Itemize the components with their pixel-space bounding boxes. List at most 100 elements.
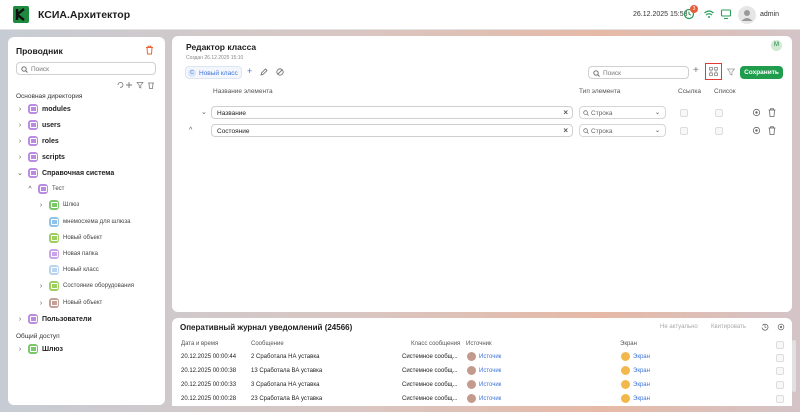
tree-item-modules[interactable]: › modules [16, 103, 71, 115]
settings-icon[interactable] [777, 323, 785, 331]
journal-row-class: Системное сообщ... [402, 368, 458, 374]
col-message: Сообщение [251, 341, 284, 347]
chevron-up-icon[interactable]: ^ [26, 186, 34, 193]
reference-checkbox[interactable] [680, 109, 688, 117]
element-name-input[interactable]: Название × [211, 106, 573, 119]
search-icon [593, 70, 600, 77]
journal-row-screen-link[interactable]: Экран [633, 368, 650, 374]
add-element-icon[interactable]: + [693, 65, 699, 76]
list-checkbox[interactable] [715, 109, 723, 117]
search-icon [21, 66, 28, 73]
reference-checkbox[interactable] [680, 127, 688, 135]
user-name[interactable]: admin [760, 11, 779, 18]
journal-row-screen-link[interactable]: Экран [633, 382, 650, 388]
chevron-right-icon[interactable]: › [16, 346, 24, 353]
chevron-right-icon[interactable]: › [37, 300, 45, 307]
main-directory-label: Основная директория [16, 93, 83, 100]
element-type-select[interactable]: Строка ⌄ [579, 106, 666, 119]
select-all-checkbox[interactable] [776, 341, 784, 349]
gateway-icon [28, 344, 38, 354]
clear-icon[interactable]: × [563, 126, 568, 135]
tree-item-scripts[interactable]: › scripts [16, 151, 65, 163]
chevron-down-icon[interactable]: ⌄ [16, 169, 24, 177]
add-tab-icon[interactable]: + [247, 66, 252, 76]
row-chevron-up-icon[interactable]: ^ [189, 127, 192, 134]
col-screen: Экран [620, 341, 637, 347]
tree-item-roles[interactable]: › roles [16, 135, 59, 147]
explorer-toolbar-icons[interactable] [116, 81, 156, 89]
tree-item-reference-system[interactable]: ⌄ Справочная система [16, 167, 114, 179]
row-chevron-down-icon[interactable]: ⌄ [201, 108, 207, 116]
filter-icon[interactable] [727, 68, 735, 76]
chevron-right-icon[interactable]: › [37, 202, 45, 209]
tree-item-test[interactable]: ^ Тест [26, 183, 64, 195]
tree-item-mnemoscheme[interactable]: мнемосхема для шлюза [37, 216, 130, 228]
journal-scrollbar[interactable] [792, 340, 796, 392]
journal-row-screen-link[interactable]: Экран [633, 396, 650, 402]
mark-irrelevant-button[interactable]: Не актуально [660, 324, 698, 330]
chevron-down-icon: ⌄ [654, 128, 660, 134]
chevron-right-icon[interactable]: › [16, 154, 24, 161]
row-checkbox[interactable] [776, 381, 784, 389]
settings-icon[interactable] [752, 126, 761, 135]
journal-row-source-link[interactable]: Источик [479, 382, 501, 388]
save-button[interactable]: Сохранить [740, 66, 783, 79]
chevron-right-icon[interactable]: › [16, 106, 24, 113]
chevron-right-icon[interactable]: › [16, 122, 24, 129]
journal-row-source-link[interactable]: Источик [479, 354, 501, 360]
source-icon [467, 352, 476, 361]
folder-icon [28, 104, 38, 114]
chevron-right-icon[interactable]: › [37, 283, 45, 290]
journal-row-message: 13 Сработала ВА уставка [251, 368, 323, 374]
tree-item-users[interactable]: › users [16, 119, 61, 131]
acknowledge-button[interactable]: Квитировать [711, 324, 746, 330]
tree-item-users-ru[interactable]: › Пользователи [16, 313, 92, 325]
history-icon[interactable] [761, 323, 769, 331]
settings-icon[interactable] [752, 108, 761, 117]
user-avatar[interactable] [738, 6, 756, 24]
folder-icon [28, 120, 38, 130]
object-icon [49, 298, 59, 308]
app-title: КСИА.Архитектор [38, 9, 131, 21]
clear-icon[interactable]: × [563, 108, 568, 117]
row-checkbox[interactable] [776, 367, 784, 375]
tree-item-shared-gateway[interactable]: › Шлюз [16, 343, 63, 355]
source-icon [467, 366, 476, 375]
chevron-right-icon[interactable]: › [16, 138, 24, 145]
journal-row-message: 23 Сработала ВА уставка [251, 396, 323, 402]
explorer-title: Проводник [16, 46, 63, 56]
tree-item-new-folder[interactable]: Новая папка [37, 248, 98, 260]
element-name-input[interactable]: Состояние × [211, 124, 573, 137]
editor-search-input[interactable]: Поиск [588, 66, 689, 79]
explorer-search-input[interactable]: Поиск [16, 62, 156, 75]
shared-section-label: Общий доступ [16, 333, 60, 340]
journal-row-source-link[interactable]: Источик [479, 368, 501, 374]
tree-item-new-class[interactable]: Новый класс [37, 264, 99, 276]
row-checkbox[interactable] [776, 354, 784, 362]
tree-item-gateway[interactable]: › Шлюз [37, 199, 79, 211]
journal-row-source-link[interactable]: Источик [479, 396, 501, 402]
journal-row-screen-link[interactable]: Экран [633, 354, 650, 360]
tree-item-new-object[interactable]: Новый объект [37, 232, 102, 244]
editor-created: Создан 26.12.2025 15:10 [186, 55, 244, 61]
tree-item-equipment-state[interactable]: › Состояние оборудования [37, 280, 134, 292]
folder-icon [49, 249, 59, 259]
cancel-circle-icon[interactable] [276, 68, 284, 76]
tree-item-new-object-2[interactable]: › Новый объект [37, 297, 102, 309]
row-checkbox[interactable] [776, 395, 784, 403]
journal-row-message: 2 Сработала НА уставка [251, 354, 320, 360]
editor-search-placeholder: Поиск [603, 70, 622, 77]
journal-row-class: Системное сообщ... [402, 382, 458, 388]
element-type-select[interactable]: Строка ⌄ [579, 124, 666, 137]
editor-user-avatar[interactable]: M [771, 40, 782, 51]
chevron-right-icon[interactable]: › [16, 316, 24, 323]
tree-structure-button[interactable] [705, 63, 722, 80]
trash-icon[interactable] [145, 45, 154, 55]
class-tab[interactable]: C Новый класс [185, 66, 242, 79]
list-checkbox[interactable] [715, 127, 723, 135]
delete-icon[interactable] [768, 126, 776, 135]
app-header: КСИА.Архитектор 26.12.2025 15:58 3 admin [0, 0, 800, 30]
delete-icon[interactable] [768, 108, 776, 117]
monitor-icon[interactable] [720, 8, 732, 20]
edit-icon[interactable] [260, 68, 268, 76]
